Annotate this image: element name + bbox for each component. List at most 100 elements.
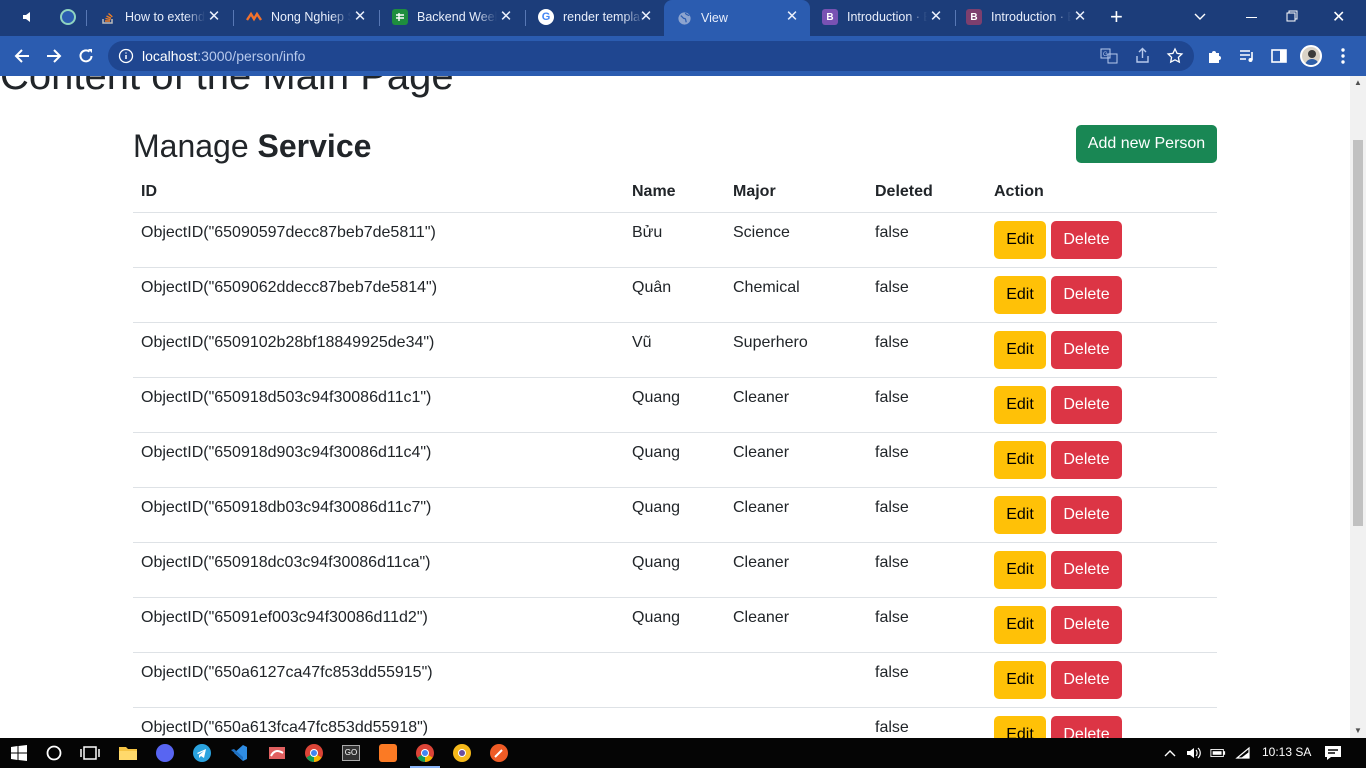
page-viewport: Content of the Main Page Manage Service … — [0, 76, 1350, 738]
scroll-up-arrow-icon[interactable]: ▲ — [1350, 76, 1366, 90]
delete-button[interactable]: Delete — [1051, 715, 1122, 738]
new-tab-button[interactable]: + — [1104, 0, 1134, 34]
reload-button[interactable] — [74, 44, 98, 68]
postman-icon[interactable] — [488, 742, 510, 764]
tab-view-active[interactable]: View ✕ — [664, 0, 810, 36]
cell-id: ObjectID("65091ef003c94f30086d11d2") — [133, 597, 624, 653]
notification-center-icon[interactable] — [1324, 745, 1342, 761]
file-explorer-icon[interactable] — [117, 742, 139, 764]
taskbar-clock[interactable]: 10:13 SA — [1262, 745, 1311, 759]
tab-search-button[interactable] — [1194, 0, 1216, 34]
telegram-icon[interactable] — [191, 742, 213, 764]
delete-button[interactable]: Delete — [1051, 330, 1122, 369]
edit-button[interactable]: Edit — [994, 220, 1046, 259]
delete-button[interactable]: Delete — [1051, 275, 1122, 314]
close-icon[interactable]: ✕ — [1072, 9, 1088, 25]
tab-title: Nong Nghiep S — [271, 10, 351, 24]
close-icon[interactable]: ✕ — [638, 9, 654, 25]
table-row: ObjectID("650918db03c94f30086d11c7") Quan… — [133, 487, 1217, 543]
forward-button[interactable] — [42, 44, 66, 68]
vscode-icon[interactable] — [228, 742, 250, 764]
scrollbar-thumb[interactable] — [1353, 140, 1363, 526]
cell-deleted: false — [867, 267, 986, 323]
close-icon[interactable]: ✕ — [498, 9, 514, 25]
profile-avatar[interactable] — [1300, 45, 1322, 67]
cell-major: Chemical — [725, 267, 867, 323]
menu-kebab-icon[interactable] — [1332, 45, 1354, 67]
cell-action: Edit Delete — [986, 542, 1217, 598]
edit-button[interactable]: Edit — [994, 330, 1046, 369]
page-scrollbar[interactable]: ▲ ▼ — [1350, 76, 1366, 738]
delete-button[interactable]: Delete — [1051, 220, 1122, 259]
restore-button[interactable] — [1286, 0, 1308, 34]
delete-button[interactable]: Delete — [1051, 440, 1122, 479]
chrome-icon[interactable] — [303, 742, 325, 764]
volume-icon[interactable] — [1186, 745, 1202, 761]
minimize-button[interactable] — [1240, 0, 1262, 34]
tab-title: How to extend — [125, 10, 205, 24]
tab-speaker[interactable] — [0, 0, 48, 34]
chrome-active-icon[interactable] — [414, 742, 436, 764]
cell-name: Quang — [624, 542, 725, 598]
add-new-person-button[interactable]: Add new Person — [1076, 125, 1217, 163]
close-window-button[interactable]: ✕ — [1332, 0, 1354, 34]
tab-introduction-2[interactable]: B Introduction · E ✕ — [954, 0, 1098, 34]
bookmark-star-icon[interactable] — [1164, 45, 1186, 67]
close-icon[interactable]: ✕ — [352, 9, 368, 25]
delete-button[interactable]: Delete — [1051, 660, 1122, 699]
cell-action: Edit Delete — [986, 212, 1217, 268]
tab-how-to-extend[interactable]: How to extend ✕ — [88, 0, 232, 34]
wifi-icon[interactable] — [1235, 745, 1251, 761]
close-icon[interactable]: ✕ — [784, 9, 800, 25]
go-icon[interactable]: GO — [340, 742, 362, 764]
table-body: ObjectID("65090597decc87beb7de5811") Bửu S… — [133, 212, 1217, 738]
address-bar[interactable]: localhost:3000/person/info G — [108, 41, 1194, 71]
share-icon[interactable] — [1132, 45, 1154, 67]
main-heading: Content of the Main Page — [0, 76, 454, 98]
plus-icon: + — [1110, 4, 1123, 29]
edit-button[interactable]: Edit — [994, 660, 1046, 699]
tab-render-template[interactable]: G render templat ✕ — [526, 0, 664, 34]
extensions-puzzle-icon[interactable] — [1204, 45, 1226, 67]
edit-button[interactable]: Edit — [994, 495, 1046, 534]
cell-action: Edit Delete — [986, 707, 1217, 738]
column-header-action: Action — [986, 172, 1217, 213]
delete-button[interactable]: Delete — [1051, 495, 1122, 534]
discord-icon[interactable] — [154, 742, 176, 764]
close-icon[interactable]: ✕ — [928, 9, 944, 25]
search-icon[interactable] — [43, 742, 65, 764]
tab-nong-nghiep[interactable]: Nong Nghiep S ✕ — [234, 0, 378, 34]
chevron-up-icon[interactable] — [1162, 745, 1178, 761]
media-playlist-icon[interactable] — [1236, 45, 1258, 67]
delete-button[interactable]: Delete — [1051, 605, 1122, 644]
tab-chatgpt[interactable] — [48, 0, 86, 34]
table-row: ObjectID("650a613fca47fc853dd55918") fals… — [133, 707, 1217, 738]
column-header-name: Name — [624, 172, 725, 213]
scroll-down-arrow-icon[interactable]: ▼ — [1350, 724, 1366, 738]
tab-backend-weekly[interactable]: Backend Weekl ✕ — [380, 0, 524, 34]
edit-button[interactable]: Edit — [994, 440, 1046, 479]
battery-icon[interactable] — [1210, 745, 1226, 761]
xampp-icon[interactable] — [377, 742, 399, 764]
tab-introduction-1[interactable]: B Introduction · B ✕ — [810, 0, 954, 34]
delete-button[interactable]: Delete — [1051, 385, 1122, 424]
cell-action: Edit Delete — [986, 377, 1217, 433]
start-icon[interactable] — [8, 742, 30, 764]
task-view-icon[interactable] — [79, 742, 101, 764]
edit-button[interactable]: Edit — [994, 550, 1046, 589]
edit-button[interactable]: Edit — [994, 605, 1046, 644]
cell-action: Edit Delete — [986, 487, 1217, 543]
side-panel-icon[interactable] — [1268, 45, 1290, 67]
column-header-id: ID — [133, 172, 624, 213]
chrome-canary-icon[interactable] — [451, 742, 473, 764]
edit-button[interactable]: Edit — [994, 715, 1046, 738]
translate-icon[interactable]: G — [1098, 45, 1120, 67]
delete-button[interactable]: Delete — [1051, 550, 1122, 589]
edit-button[interactable]: Edit — [994, 275, 1046, 314]
close-icon[interactable]: ✕ — [206, 9, 222, 25]
edit-button[interactable]: Edit — [994, 385, 1046, 424]
table-row: ObjectID("650918dc03c94f30086d11ca") Quan… — [133, 542, 1217, 598]
tab-title: Backend Weekl — [417, 10, 497, 24]
paint-icon[interactable] — [266, 742, 288, 764]
back-button[interactable] — [10, 44, 34, 68]
